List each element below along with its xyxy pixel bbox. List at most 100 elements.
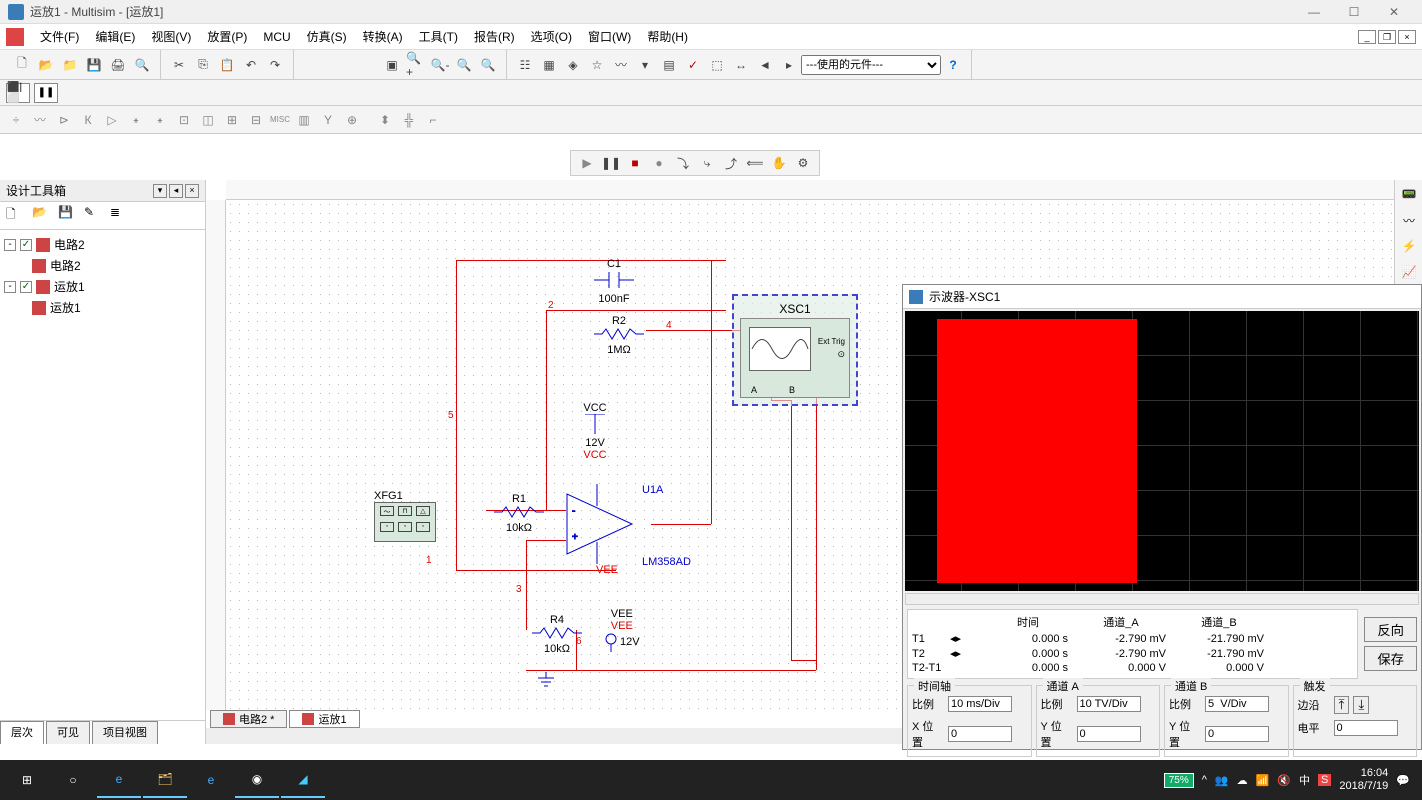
open-design-icon[interactable]: 📂 (32, 205, 54, 227)
transistor-icon[interactable]: К (77, 109, 99, 131)
zoom-in-icon[interactable]: 🔍+ (405, 54, 427, 76)
menu-simulate[interactable]: 仿真(S) (299, 25, 355, 48)
zoom-fit-icon[interactable]: ▣ (381, 54, 403, 76)
timebase-xpos-input[interactable] (948, 726, 1012, 742)
notification-icon[interactable]: 💬 (1396, 774, 1410, 787)
indicator-icon[interactable]: ⊞ (221, 109, 243, 131)
open-project-icon[interactable]: 📁 (59, 54, 81, 76)
wire[interactable] (456, 260, 726, 261)
vee-source[interactable]: VEE VEE 12V (604, 608, 640, 652)
vcc-source[interactable]: VCC 12V VCC (580, 402, 610, 461)
app1-icon[interactable]: ◉ (235, 762, 279, 798)
new-design-icon[interactable]: 🗋 (6, 205, 28, 227)
undo-icon[interactable]: ↶ (240, 54, 262, 76)
oscilloscope-xsc1[interactable]: XSC1 Ext Trig ⊙ A B (732, 294, 858, 406)
design-tree[interactable]: - ✓ 电路2 电路2 - ✓ 运放1 运放1 (0, 230, 205, 720)
windows-taskbar[interactable]: ⊞ ○ e 🗂 e ◉ ◢ 75% ^ 👥 ☁ 📶 🔇 中 S 16:04 20… (0, 760, 1422, 800)
sidebar-dropdown-button[interactable]: ▾ (153, 184, 167, 198)
cut-icon[interactable]: ✂ (168, 54, 190, 76)
start-button[interactable]: ⊞ (5, 762, 49, 798)
wire[interactable] (546, 310, 726, 311)
ni-icon[interactable]: ⊕ (341, 109, 363, 131)
tab-project[interactable]: 项目视图 (92, 721, 158, 744)
sidebar-close-button[interactable]: × (185, 184, 199, 198)
forward-icon[interactable]: ▸ (778, 54, 800, 76)
scope-display[interactable] (905, 311, 1419, 591)
wire[interactable] (526, 670, 816, 671)
tray-people-icon[interactable]: 👥 (1215, 774, 1229, 787)
wire[interactable] (646, 330, 711, 331)
stop-icon[interactable]: ■ (624, 152, 646, 174)
capacitor-c1[interactable]: C1 100nF (594, 258, 634, 305)
connector-icon[interactable]: ⬍ (374, 109, 396, 131)
postproc-icon[interactable]: 〰 (610, 54, 632, 76)
tab-hierarchy[interactable]: 层次 (0, 721, 44, 744)
menu-reports[interactable]: 报告(R) (466, 25, 523, 48)
database-icon[interactable]: ◈ (562, 54, 584, 76)
list-icon[interactable]: ≣ (110, 205, 132, 227)
chb-ypos-input[interactable] (1205, 726, 1269, 742)
oscilloscope-window[interactable]: 示波器-XSC1 时间 通道_A 通道_B T1 ◂▸ 0.000 s -2.7… (902, 284, 1422, 750)
misc-label-icon[interactable]: MISC (269, 109, 291, 131)
tab-visibility[interactable]: 可见 (46, 721, 90, 744)
close-button[interactable]: ✕ (1374, 1, 1414, 23)
redo-icon[interactable]: ↷ (264, 54, 286, 76)
help-icon[interactable]: ? (942, 54, 964, 76)
analog-icon[interactable]: ▷ (101, 109, 123, 131)
canvas-tab-1[interactable]: 电路2 * (210, 710, 287, 728)
step-into-icon[interactable]: ⤵ (672, 152, 694, 174)
wire[interactable] (791, 400, 792, 660)
dropdown-icon[interactable]: ▾ (634, 54, 656, 76)
explorer-icon[interactable]: 🗂 (143, 762, 187, 798)
menu-place[interactable]: 放置(P) (199, 25, 255, 48)
arrow-icon[interactable]: ↔ (730, 54, 752, 76)
step-back-icon[interactable]: ⟸ (744, 152, 766, 174)
record-icon[interactable]: ● (648, 152, 670, 174)
menu-options[interactable]: 选项(O) (523, 25, 580, 48)
new-file-icon[interactable]: 🗋 (11, 54, 33, 76)
diode-icon[interactable]: ⊳ (53, 109, 75, 131)
zoom-area-icon[interactable]: 🔍 (453, 54, 475, 76)
copy-icon[interactable]: ⎘ (192, 54, 214, 76)
step-over-icon[interactable]: ⤷ (696, 152, 718, 174)
menu-edit[interactable]: 编辑(E) (87, 25, 143, 48)
scope-titlebar[interactable]: 示波器-XSC1 (903, 285, 1421, 309)
opamp-u1a[interactable]: U1A - + LM358AD (562, 484, 652, 567)
pause-icon[interactable]: ❚❚ (600, 152, 622, 174)
scope-icon[interactable]: 📈 (1397, 260, 1421, 284)
timebase-scale-input[interactable] (948, 696, 1012, 712)
power-icon[interactable]: ⊟ (245, 109, 267, 131)
mixed-icon[interactable]: ◫ (197, 109, 219, 131)
run-switch-button[interactable]: ⬛|⬜ (6, 83, 30, 103)
sidebar-pin-button[interactable]: ◂ (169, 184, 183, 198)
tree-child-2[interactable]: 运放1 (4, 297, 201, 318)
multisim-taskbar-icon[interactable]: ◢ (281, 762, 325, 798)
wire[interactable] (526, 540, 566, 541)
wattmeter-icon[interactable]: ⚡ (1397, 234, 1421, 258)
print-preview-icon[interactable]: 🔍 (131, 54, 153, 76)
source-icon[interactable]: ÷ (5, 109, 27, 131)
t1-stepper[interactable]: ◂▸ (950, 632, 980, 645)
tray-volume-icon[interactable]: 🔇 (1277, 774, 1291, 787)
mdi-minimize-button[interactable]: _ (1358, 30, 1376, 44)
simulation-toolbar[interactable]: ▶ ❚❚ ■ ● ⤵ ⤷ ⤴ ⟸ ✋ ⚙ (570, 150, 820, 176)
cortana-icon[interactable]: ○ (51, 762, 95, 798)
menu-view[interactable]: 视图(V) (143, 25, 199, 48)
grapher-icon[interactable]: ☆ (586, 54, 608, 76)
step-out-icon[interactable]: ⤴ (720, 152, 742, 174)
ground-symbol[interactable] (536, 672, 556, 693)
expand-icon[interactable]: - (4, 239, 16, 251)
rename-icon[interactable]: ✎ (84, 205, 106, 227)
wire[interactable] (711, 260, 712, 524)
function-generator-xfg1[interactable]: XFG1 〜⊓△ ◦◦◦ (374, 490, 403, 502)
open-file-icon[interactable]: 📂 (35, 54, 57, 76)
ttl-icon[interactable]: ꘎ (125, 109, 147, 131)
multimeter-icon[interactable]: 📟 (1397, 182, 1421, 206)
component-dropdown[interactable]: ---使用的元件--- (801, 55, 941, 75)
play-icon[interactable]: ▶ (576, 152, 598, 174)
cha-ypos-input[interactable] (1077, 726, 1141, 742)
edge-falling-button[interactable]: ⤓ (1353, 696, 1369, 714)
zoom-out-icon[interactable]: 🔍- (429, 54, 451, 76)
paste-icon[interactable]: 📋 (216, 54, 238, 76)
junction-icon[interactable]: ⌐ (422, 109, 444, 131)
